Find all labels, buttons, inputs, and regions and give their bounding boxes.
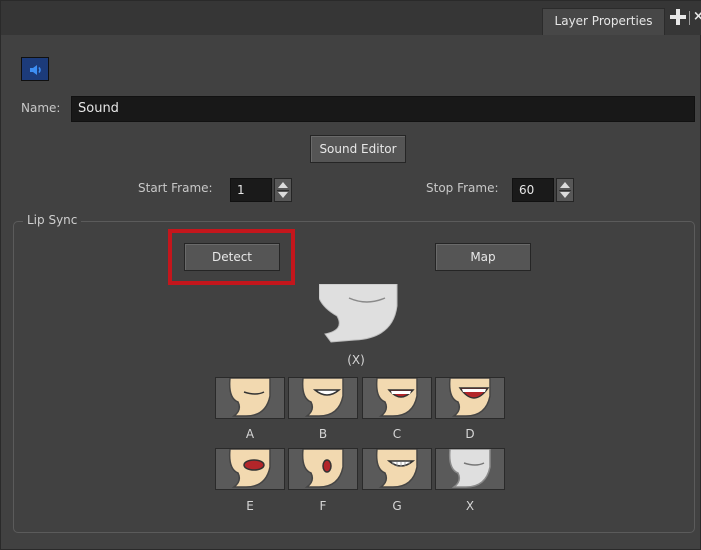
mouth-shape-b[interactable] [288,377,358,419]
stepper-divider [277,190,289,191]
start-frame-label: Start Frame: [138,181,213,195]
start-frame-field[interactable]: 1 [230,178,272,202]
mouth-shape-c[interactable] [362,377,432,419]
stop-frame-stepper[interactable] [556,178,574,202]
mouth-shape-g[interactable] [362,448,432,490]
sound-editor-button[interactable]: Sound Editor [310,135,406,163]
mouth-shape-a[interactable] [215,377,285,419]
mouth-label-g: G [392,499,402,513]
mouth-shape-d[interactable] [435,377,505,419]
stepper-divider [559,190,571,191]
mouth-label-c: C [392,427,402,441]
mouth-shape-f[interactable] [288,448,358,490]
mouth-preview-image [319,284,398,343]
stepper-up-icon[interactable] [278,182,288,188]
name-label: Name: [21,101,61,115]
current-mouth-label: (X) [347,353,365,367]
stepper-down-icon[interactable] [560,192,570,198]
lip-sync-title: Lip Sync [23,213,82,227]
tab-separator [689,11,690,25]
detect-highlight-box [168,229,295,285]
mouth-label-b: B [318,427,328,441]
close-icon[interactable]: × [693,9,701,25]
name-field[interactable]: Sound [71,96,695,122]
plus-icon[interactable] [670,9,686,25]
stop-frame-field[interactable]: 60 [512,178,554,202]
tab-layer-properties[interactable]: Layer Properties [542,8,665,35]
layer-properties-panel: Layer Properties × Name: Sound Sound Edi… [0,0,701,550]
mouth-label-d: D [465,427,475,441]
stepper-down-icon[interactable] [278,192,288,198]
mouth-label-f: F [319,499,327,513]
mouth-label-a: A [245,427,255,441]
speaker-icon [21,57,49,81]
mouth-shape-e[interactable] [215,448,285,490]
stepper-up-icon[interactable] [560,182,570,188]
mouth-label-x: X [465,499,475,513]
map-button[interactable]: Map [435,243,531,271]
mouth-shape-x[interactable] [435,448,505,490]
mouth-label-e: E [246,499,254,513]
stop-frame-label: Stop Frame: [426,181,499,195]
start-frame-stepper[interactable] [274,178,292,202]
